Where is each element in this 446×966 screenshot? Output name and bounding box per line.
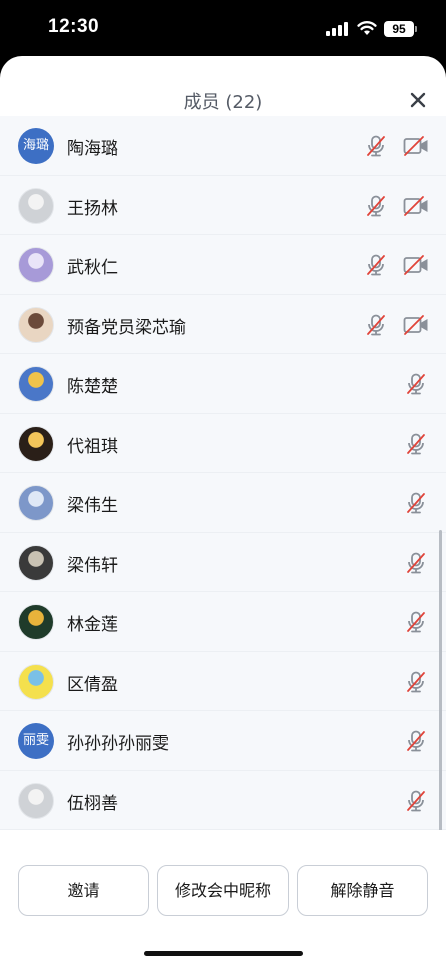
member-name: 区倩盈 [67, 674, 118, 695]
scrollbar[interactable] [439, 530, 442, 830]
member-row[interactable]: 代祖琪 [0, 414, 446, 473]
member-row[interactable]: 丽雯 孙孙孙孙丽雯 [0, 711, 446, 771]
wifi-icon [357, 21, 377, 35]
member-row[interactable]: 林金莲 [0, 592, 446, 652]
footer-actions: 邀请 修改会中昵称 解除静音 [0, 830, 446, 966]
photo-avatar [18, 247, 54, 283]
unmute-button[interactable]: 解除静音 [297, 865, 428, 916]
home-indicator [144, 951, 303, 956]
member-row[interactable]: 王扬林 [0, 176, 446, 235]
member-name: 王扬林 [67, 198, 118, 219]
mic-muted-icon[interactable] [364, 194, 388, 218]
mic-muted-icon[interactable] [404, 432, 428, 456]
member-name: 陶海璐 [67, 139, 118, 159]
sheet-title: 成员 (22) [183, 92, 263, 113]
member-list[interactable]: 海璐 陶海璐王扬林武秋仁预备党员梁芯瑜 陈楚楚代祖琪梁伟生梁伟轩林金莲区倩盈丽雯 孙孙… [0, 116, 446, 830]
member-row[interactable]: 海璐 陶海璐 [0, 116, 446, 176]
mic-muted-icon[interactable] [404, 491, 428, 515]
close-icon[interactable] [404, 86, 432, 114]
cartoon-avatar [18, 306, 54, 343]
mic-muted-icon[interactable] [364, 253, 388, 277]
mic-muted-icon[interactable] [404, 729, 428, 753]
camera-off-icon[interactable] [403, 135, 429, 157]
rename-button[interactable]: 修改会中昵称 [157, 865, 289, 916]
member-name: 预备党员梁芯瑜 [67, 317, 186, 338]
mic-muted-icon[interactable] [404, 372, 428, 396]
mic-muted-icon[interactable] [364, 134, 388, 158]
member-row[interactable]: 预备党员梁芯瑜 [0, 295, 446, 354]
mic-muted-icon[interactable] [364, 313, 388, 337]
member-row[interactable]: 武秋仁 [0, 235, 446, 295]
member-name: 武秋仁 [67, 258, 118, 278]
member-name: 代祖琪 [67, 436, 118, 457]
avatar: 丽雯 [18, 723, 54, 759]
photo-avatar [18, 187, 54, 224]
member-name: 梁伟轩 [67, 555, 118, 576]
member-row[interactable]: 区倩盈 [0, 652, 446, 711]
mic-muted-icon[interactable] [404, 551, 428, 575]
member-name: 陈楚楚 [67, 377, 118, 397]
member-name: 孙孙孙孙丽雯 [67, 734, 169, 754]
photo-avatar [18, 485, 54, 521]
member-name: 林金莲 [67, 615, 118, 635]
camera-off-icon[interactable] [403, 314, 429, 336]
photo-avatar [18, 544, 54, 581]
member-name: 伍栩善 [67, 793, 118, 814]
member-row[interactable]: 梁伟生 [0, 473, 446, 533]
cartoon-avatar [18, 425, 54, 462]
photo-avatar [18, 604, 54, 640]
mic-muted-icon[interactable] [404, 610, 428, 634]
members-sheet: 成员 (22) 海璐 陶海璐王扬林武秋仁预备党员梁芯瑜 陈楚楚代祖琪梁伟生梁伟轩林金… [0, 56, 446, 966]
status-time: 12:30 [48, 16, 100, 37]
battery-tip [415, 26, 417, 32]
member-name: 梁伟生 [67, 496, 118, 516]
photo-avatar [18, 366, 54, 402]
avatar: 海璐 [18, 128, 54, 164]
member-row[interactable]: 梁伟轩 [0, 533, 446, 592]
cartoon-avatar [18, 782, 54, 819]
camera-off-icon[interactable] [403, 254, 429, 276]
camera-off-icon[interactable] [403, 195, 429, 217]
mic-muted-icon[interactable] [404, 670, 428, 694]
status-bar: 12:30 95 [0, 0, 446, 56]
cellular-signal-icon [326, 22, 348, 36]
battery-icon: 95 [384, 21, 414, 37]
member-row[interactable]: 伍栩善 [0, 771, 446, 830]
invite-button[interactable]: 邀请 [18, 865, 149, 916]
member-row[interactable]: 陈楚楚 [0, 354, 446, 414]
mic-muted-icon[interactable] [404, 789, 428, 813]
photo-avatar [18, 663, 54, 700]
